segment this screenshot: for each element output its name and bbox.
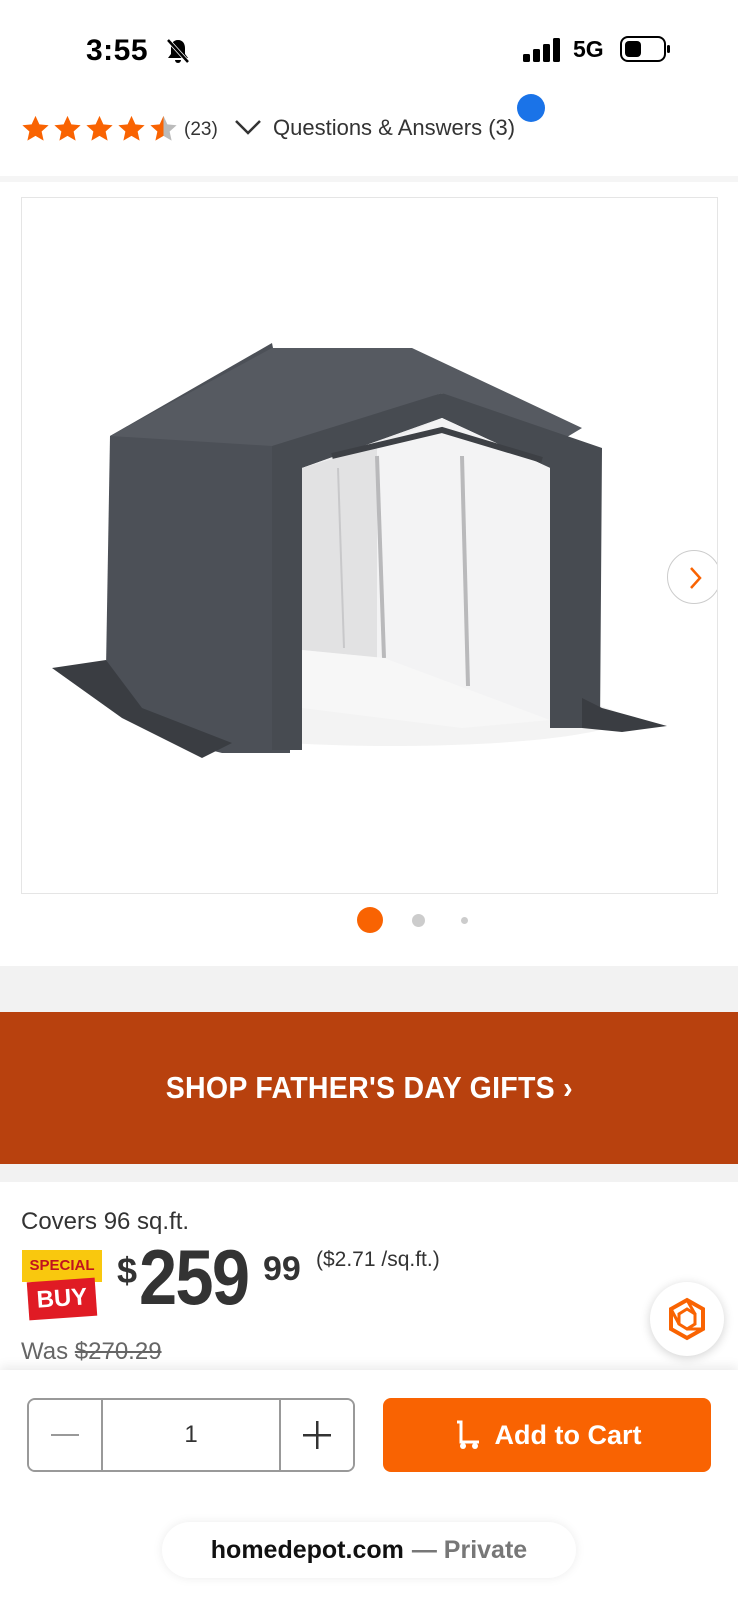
- fathers-day-banner[interactable]: SHOP FATHER'S DAY GIFTS ›: [0, 1012, 738, 1164]
- star-icon: [86, 115, 113, 141]
- price-currency: $: [117, 1250, 138, 1291]
- price-section: Covers 96 sq.ft. SPECIAL BUY $ 259 99 ($…: [0, 1182, 738, 1372]
- private-mode-label: — Private: [411, 1535, 528, 1564]
- notification-dot: [517, 94, 545, 122]
- star-icon: [54, 115, 81, 141]
- coverage-text: Covers 96 sq.ft.: [21, 1208, 190, 1235]
- price-cents: 99: [263, 1250, 301, 1288]
- plus-icon: [303, 1421, 331, 1449]
- chevron-right-icon: [690, 567, 702, 589]
- quantity-stepper: 1: [27, 1398, 355, 1472]
- star-icon: [118, 115, 145, 141]
- battery-icon: [620, 36, 670, 62]
- was-price: $270.29: [74, 1338, 162, 1365]
- was-label: Was: [21, 1338, 75, 1365]
- shed-tent-image: [52, 343, 667, 758]
- add-to-cart-button[interactable]: Add to Cart: [383, 1398, 711, 1472]
- carousel-dot[interactable]: [461, 917, 468, 924]
- was-price-line: Was $270.29: [21, 1338, 162, 1366]
- price-dollars: 259: [139, 1233, 250, 1321]
- divider: [0, 966, 738, 1012]
- divider: [0, 1164, 738, 1182]
- network-type: 5G: [573, 36, 604, 62]
- unit-price: ($2.71 /sq.ft.): [316, 1248, 440, 1271]
- questions-answers-link[interactable]: Questions & Answers (3): [273, 115, 515, 141]
- status-bar: 3:55 5G: [0, 0, 738, 100]
- hand-truck-icon: [456, 1420, 479, 1449]
- bell-off-icon: [166, 38, 190, 64]
- special-buy-badge: SPECIAL BUY: [22, 1250, 102, 1321]
- rating-row: (23) Questions & Answers (3): [0, 94, 738, 176]
- product-gallery: [0, 182, 738, 966]
- star-icon: [22, 115, 49, 141]
- carousel-dot[interactable]: [412, 914, 425, 927]
- url-domain: homedepot.com: [210, 1535, 404, 1564]
- decrease-quantity-button[interactable]: [29, 1400, 103, 1470]
- product-image[interactable]: [21, 197, 718, 894]
- add-to-cart-label: Add to Cart: [494, 1419, 642, 1450]
- star-rating[interactable]: [20, 114, 179, 144]
- increase-quantity-button[interactable]: [279, 1400, 353, 1470]
- next-image-button[interactable]: [667, 550, 717, 604]
- chevron-down-icon[interactable]: [234, 118, 262, 136]
- bottom-action-bar: 1 Add to Cart homedepot.com — Private: [0, 1370, 738, 1600]
- banner-label: SHOP FATHER'S DAY GIFTS ›: [165, 1070, 573, 1105]
- quantity-input[interactable]: 1: [103, 1400, 279, 1470]
- carousel-dots: [0, 907, 738, 937]
- minus-icon: [51, 1434, 79, 1436]
- assistant-button[interactable]: [650, 1282, 724, 1356]
- assistant-icon: [669, 1297, 705, 1341]
- half-star-icon: [150, 115, 177, 141]
- review-count[interactable]: (23): [184, 119, 218, 141]
- browser-url-bar[interactable]: homedepot.com — Private: [162, 1522, 576, 1578]
- carousel-dot-active[interactable]: [357, 907, 383, 933]
- signal-icon: [523, 38, 560, 62]
- badge-bottom: BUY: [26, 1277, 98, 1321]
- status-time: 3:55: [86, 34, 149, 67]
